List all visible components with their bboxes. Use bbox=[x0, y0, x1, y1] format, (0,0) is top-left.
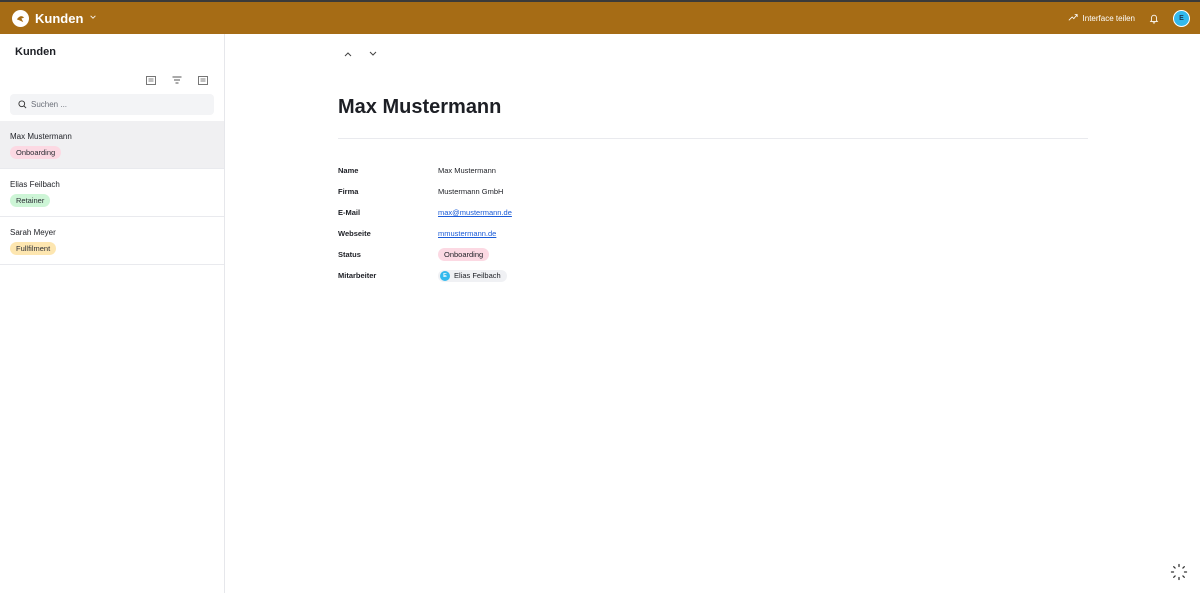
app-switcher[interactable]: Kunden bbox=[12, 9, 97, 27]
share-label: Interface teilen bbox=[1082, 13, 1135, 23]
status-badge: Retainer bbox=[10, 194, 51, 207]
chevron-down-icon bbox=[89, 13, 97, 24]
sidebar: Kunden Max Mustermann Onboarding bbox=[0, 34, 225, 593]
search-field bbox=[10, 94, 214, 115]
bell-icon[interactable] bbox=[1149, 13, 1159, 24]
employee-name: Elias Feilbach bbox=[454, 271, 501, 280]
app-title: Kunden bbox=[35, 10, 84, 26]
website-link[interactable]: mmustermann.de bbox=[438, 229, 496, 238]
page-title: Max Mustermann bbox=[338, 96, 502, 118]
field-row-name: Name Max Mustermann bbox=[338, 160, 512, 181]
employee-chip[interactable]: E Elias Feilbach bbox=[438, 269, 507, 282]
list-item[interactable]: Elias Feilbach Retainer bbox=[0, 169, 224, 217]
record-list: Max Mustermann Onboarding Elias Feilbach… bbox=[0, 121, 224, 265]
loading-spinner-icon bbox=[1170, 563, 1188, 581]
field-label: E-Mail bbox=[338, 208, 361, 217]
email-link[interactable]: max@mustermann.de bbox=[438, 208, 512, 217]
field-list: Name Max Mustermann Firma Mustermann Gmb… bbox=[338, 160, 512, 286]
field-row-status: Status Onboarding bbox=[338, 244, 512, 265]
avatar: E bbox=[440, 270, 450, 281]
filter-icon[interactable] bbox=[170, 73, 184, 87]
share-interface-button[interactable]: Interface teilen bbox=[1068, 12, 1135, 24]
list-item-name: Sarah Meyer bbox=[10, 228, 56, 237]
search-input[interactable] bbox=[31, 100, 191, 109]
record-detail: Max Mustermann Name Max Mustermann Firma… bbox=[225, 34, 1200, 593]
list-item[interactable]: Sarah Meyer Fullfilment bbox=[0, 217, 224, 265]
divider bbox=[338, 138, 1088, 139]
list-item-name: Max Mustermann bbox=[10, 132, 72, 141]
status-badge: Onboarding bbox=[438, 248, 490, 261]
field-row-mitarbeiter: Mitarbeiter E Elias Feilbach bbox=[338, 265, 512, 286]
app-header: Kunden Interface teilen E bbox=[0, 2, 1200, 34]
field-label: Firma bbox=[338, 187, 359, 196]
list-item[interactable]: Max Mustermann Onboarding bbox=[0, 121, 224, 169]
record-navigation bbox=[342, 48, 378, 59]
layout-options-icon[interactable] bbox=[196, 73, 210, 87]
app-logo-icon bbox=[12, 9, 29, 27]
list-item-name: Elias Feilbach bbox=[10, 180, 60, 189]
field-row-email: E-Mail max@mustermann.de bbox=[338, 202, 512, 223]
field-label: Webseite bbox=[338, 229, 371, 238]
share-icon bbox=[1068, 12, 1078, 24]
chevron-up-icon[interactable] bbox=[342, 48, 353, 59]
field-label: Status bbox=[338, 250, 361, 259]
list-view-icon[interactable] bbox=[144, 73, 158, 87]
status-badge: Onboarding bbox=[10, 146, 62, 159]
field-row-website: Webseite mmustermann.de bbox=[338, 223, 512, 244]
field-value-name: Max Mustermann bbox=[438, 166, 496, 175]
sidebar-toolbar bbox=[0, 64, 224, 90]
field-row-firma: Firma Mustermann GmbH bbox=[338, 181, 512, 202]
field-label: Mitarbeiter bbox=[338, 271, 377, 280]
user-avatar[interactable]: E bbox=[1173, 9, 1190, 27]
field-value-firma: Mustermann GmbH bbox=[438, 187, 504, 196]
field-label: Name bbox=[338, 166, 359, 175]
status-badge: Fullfilment bbox=[10, 242, 57, 255]
search-icon bbox=[18, 96, 27, 114]
sidebar-title: Kunden bbox=[15, 46, 56, 58]
chevron-down-icon[interactable] bbox=[367, 48, 378, 59]
